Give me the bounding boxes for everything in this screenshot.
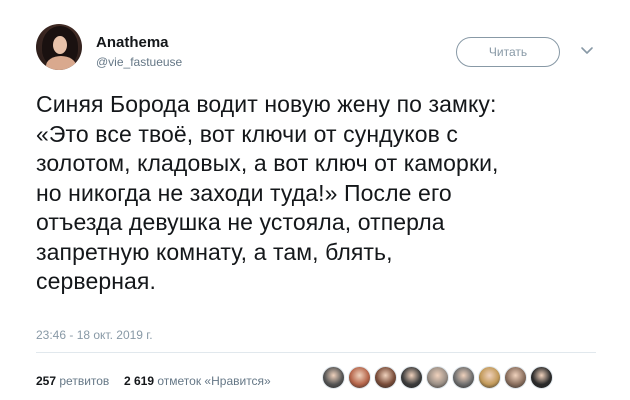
- tweet-text-line: Синяя Борода водит новую жену по замку:: [36, 91, 497, 117]
- tweet-card: Anathema @vie_fastueuse Читать Синяя Бор…: [0, 0, 630, 400]
- likes-label[interactable]: отметок «Нравится»: [157, 374, 270, 388]
- liker-avatar[interactable]: [348, 366, 371, 389]
- avatar-face: [53, 36, 67, 54]
- display-name[interactable]: Anathema: [96, 34, 169, 51]
- retweets-count[interactable]: 257: [36, 374, 56, 388]
- likes-count[interactable]: 2 619: [124, 374, 154, 388]
- tweet-text-line: отъезда девушка не устояла, отперла: [36, 209, 445, 235]
- liker-avatar[interactable]: [374, 366, 397, 389]
- tweet-text-line: серверная.: [36, 268, 156, 294]
- liker-avatar[interactable]: [400, 366, 423, 389]
- tweet-text: Синяя Борода водит новую жену по замку: …: [36, 90, 621, 297]
- retweets-label[interactable]: ретвитов: [59, 374, 109, 388]
- tweet-timestamp[interactable]: 23:46 - 18 окт. 2019 г.: [36, 328, 153, 342]
- chevron-down-icon[interactable]: [580, 44, 594, 58]
- avatar-shoulder: [46, 56, 76, 70]
- user-handle[interactable]: @vie_fastueuse: [96, 55, 182, 69]
- liker-avatars: [322, 366, 556, 392]
- tweet-text-line: но никогда не заходи туда!» После его: [36, 179, 452, 206]
- follow-button[interactable]: Читать: [456, 37, 560, 67]
- tweet-text-line: золотом, кладовых, а вот ключ от каморки…: [36, 150, 499, 176]
- tweet-stats: 257 ретвитов 2 619 отметок «Нравится»: [36, 374, 271, 388]
- liker-avatar[interactable]: [452, 366, 475, 389]
- liker-avatar[interactable]: [426, 366, 449, 389]
- liker-avatar[interactable]: [322, 366, 345, 389]
- liker-avatar[interactable]: [530, 366, 553, 389]
- divider: [36, 352, 596, 353]
- liker-avatar[interactable]: [504, 366, 527, 389]
- avatar[interactable]: [36, 24, 82, 70]
- tweet-text-line: запретную комнату, а там, блять,: [36, 238, 393, 265]
- tweet-text-line: «Это все твоё, вот ключи от сундуков с: [36, 120, 459, 147]
- liker-avatar[interactable]: [478, 366, 501, 389]
